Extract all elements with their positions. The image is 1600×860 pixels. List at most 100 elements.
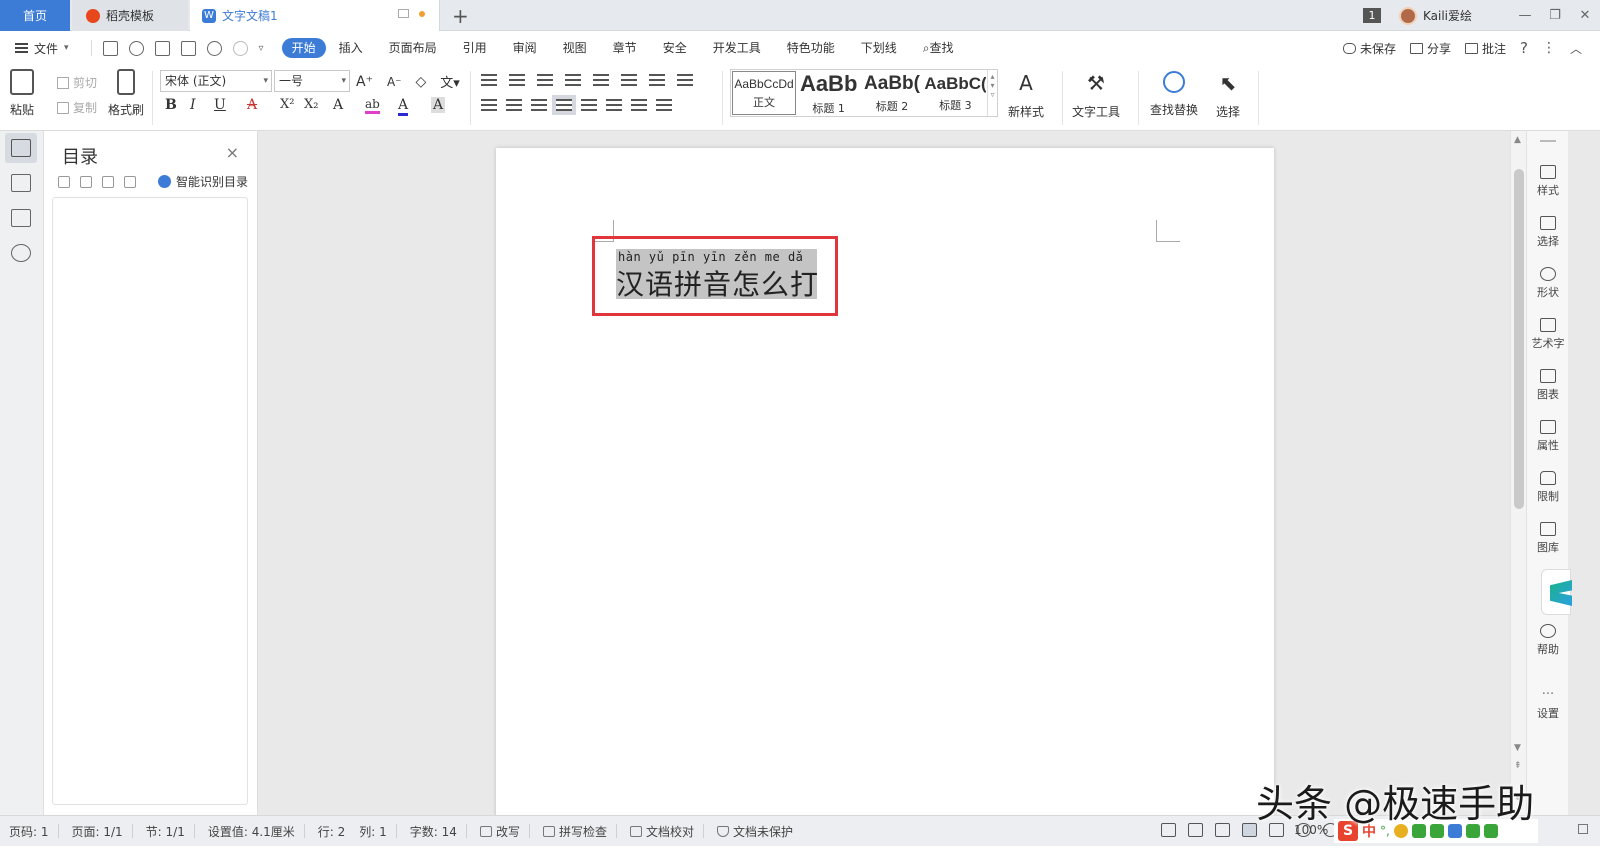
reading-view-icon[interactable] [1188,823,1203,837]
close-button[interactable]: ✕ [1570,8,1600,23]
tab-security[interactable]: 安全 [650,38,700,58]
styles-scroll[interactable]: ▴ ▾ ▿ [987,70,997,116]
panel-select[interactable]: 选择 [1527,216,1569,249]
scroll-down-icon[interactable]: ▼ [1514,743,1521,753]
document-page[interactable]: hàn yǔ pīn yīn zěn me dǎ 汉语拼音怎么打 [496,148,1274,815]
find-icon[interactable] [11,244,31,262]
borders-icon[interactable] [656,99,672,111]
save-icon[interactable] [102,40,118,56]
tab-start[interactable]: 开始 [281,38,326,58]
close-icon[interactable]: × [226,143,239,162]
panel-settings[interactable]: ··· 设置 [1527,687,1569,721]
print-icon[interactable] [154,40,170,56]
tab-features[interactable]: 特色功能 [774,38,848,58]
line-spacing-icon[interactable] [606,99,622,111]
customize-dropdown-icon[interactable]: ▿ [259,43,264,54]
underline-button[interactable]: U [214,97,226,113]
status-row[interactable]: 行: 2 [318,823,346,840]
find-replace-button[interactable]: 查找替换 [1150,71,1198,118]
selected-text[interactable]: hàn yǔ pīn yīn zěn me dǎ 汉语拼音怎么打 [616,249,818,301]
share-button[interactable]: 分享 [1409,40,1451,57]
minimize-button[interactable]: — [1510,8,1540,23]
panel-styles[interactable]: 样式 [1527,165,1569,198]
more-icon[interactable]: ⋮ [1542,40,1556,56]
text-box-icon[interactable] [677,74,693,86]
copy-button[interactable]: 复制 [57,99,97,116]
print-preview-icon[interactable] [180,40,196,56]
style-heading-3[interactable]: AaBbC( 标题 3 [924,70,987,116]
bullet-list-icon[interactable] [481,74,497,86]
justify-icon[interactable] [552,95,576,115]
floating-assistant[interactable] [1541,569,1572,615]
pinyin-guide-icon[interactable]: 文▾ [440,72,460,91]
collapse-ribbon-icon[interactable]: ︿ [1570,40,1582,57]
strikethrough-button[interactable]: A [247,97,257,113]
format-painter-button[interactable]: 格式刷 [108,69,144,118]
collapse-icon[interactable] [80,175,92,188]
add-level-icon[interactable] [102,175,114,188]
align-center-icon[interactable] [506,99,522,111]
clear-format-icon[interactable]: ◇ [416,74,427,90]
align-right-icon[interactable] [531,99,547,111]
tab-view[interactable]: 视图 [550,38,600,58]
pages-icon[interactable] [11,174,31,192]
tab-developer[interactable]: 开发工具 [700,38,774,58]
cut-button[interactable]: 剪切 [57,74,97,91]
prev-page-icon[interactable]: ⇞ [1514,761,1522,771]
align-left-icon[interactable] [481,99,497,111]
superscript-button[interactable]: X² [280,97,294,112]
font-size-select[interactable]: 一号 [274,70,350,92]
text-effect-icon[interactable]: A [333,97,343,113]
panel-wordart[interactable]: 艺术字 [1527,318,1569,351]
select-button[interactable]: ⬉ 选择 [1216,71,1240,120]
decrease-indent-icon[interactable] [537,74,553,86]
tab-chapter[interactable]: 章节 [600,38,650,58]
undo-icon[interactable] [206,40,222,56]
window-count-badge[interactable]: 1 [1362,8,1381,23]
sort-icon[interactable] [621,74,637,86]
shrink-font-icon[interactable]: A⁻ [387,75,402,89]
spell-check-button[interactable]: 拼写检查 [542,823,607,840]
document-canvas[interactable]: hàn yǔ pīn yīn zěn me dǎ 汉语拼音怎么打 [258,131,1510,815]
search-command[interactable]: ⌕查找 [910,38,967,58]
char-shading-icon[interactable]: A [431,97,446,113]
smart-toc-button[interactable]: 智能识别目录 [158,173,248,190]
status-section[interactable]: 节: 1/1 [146,823,185,840]
page-view-icon[interactable] [1242,823,1257,837]
grow-font-icon[interactable]: A⁺ [356,74,373,90]
redo-icon[interactable] [232,40,248,56]
style-heading-1[interactable]: AaBb 标题 1 [797,70,860,116]
panel-help[interactable]: 帮助 [1527,624,1569,657]
italic-button[interactable]: I [190,97,196,113]
toc-list[interactable] [52,197,248,805]
panel-chart[interactable]: 图表 [1527,369,1569,402]
tab-insert[interactable]: 插入 [326,38,376,58]
monitor-icon[interactable] [398,9,409,18]
text-tools-button[interactable]: ⚒ 文字工具 [1072,71,1120,120]
status-page-number[interactable]: 页码: 1 [9,823,49,840]
expand-icon[interactable] [58,175,70,188]
comment-button[interactable]: 批注 [1465,40,1506,57]
protect-status-button[interactable]: 文档未保护 [716,823,793,840]
tab-review[interactable]: 审阅 [500,38,550,58]
numbered-list-icon[interactable] [509,74,525,86]
restore-button[interactable]: ❐ [1540,8,1570,23]
font-color-icon[interactable]: A [398,97,409,116]
panel-gallery[interactable]: 图库 [1527,522,1569,555]
tab-page-layout[interactable]: 页面布局 [376,38,450,58]
paste-button[interactable]: 粘贴 [10,69,34,118]
resize-grip-icon[interactable] [1578,824,1588,834]
status-setting[interactable]: 设置值: 4.1厘米 [208,823,295,840]
unsaved-cloud-button[interactable]: 未保存 [1342,40,1396,57]
style-normal[interactable]: AaBbCcDd 正文 [732,71,796,115]
revise-mode-button[interactable]: 改写 [479,823,520,840]
status-col[interactable]: 列: 1 [359,823,387,840]
tab-home[interactable]: 首页 [0,0,70,31]
bookmark-icon[interactable] [11,209,31,227]
new-style-button[interactable]: A 新样式 [1008,71,1044,120]
write-mode-icon[interactable] [1215,823,1230,837]
font-name-select[interactable]: 宋体 (正文) [160,70,272,92]
panel-restrict[interactable]: 限制 [1527,471,1569,504]
fullscreen-icon[interactable] [1161,823,1176,837]
username[interactable]: Kaili爱绘 [1423,7,1472,24]
